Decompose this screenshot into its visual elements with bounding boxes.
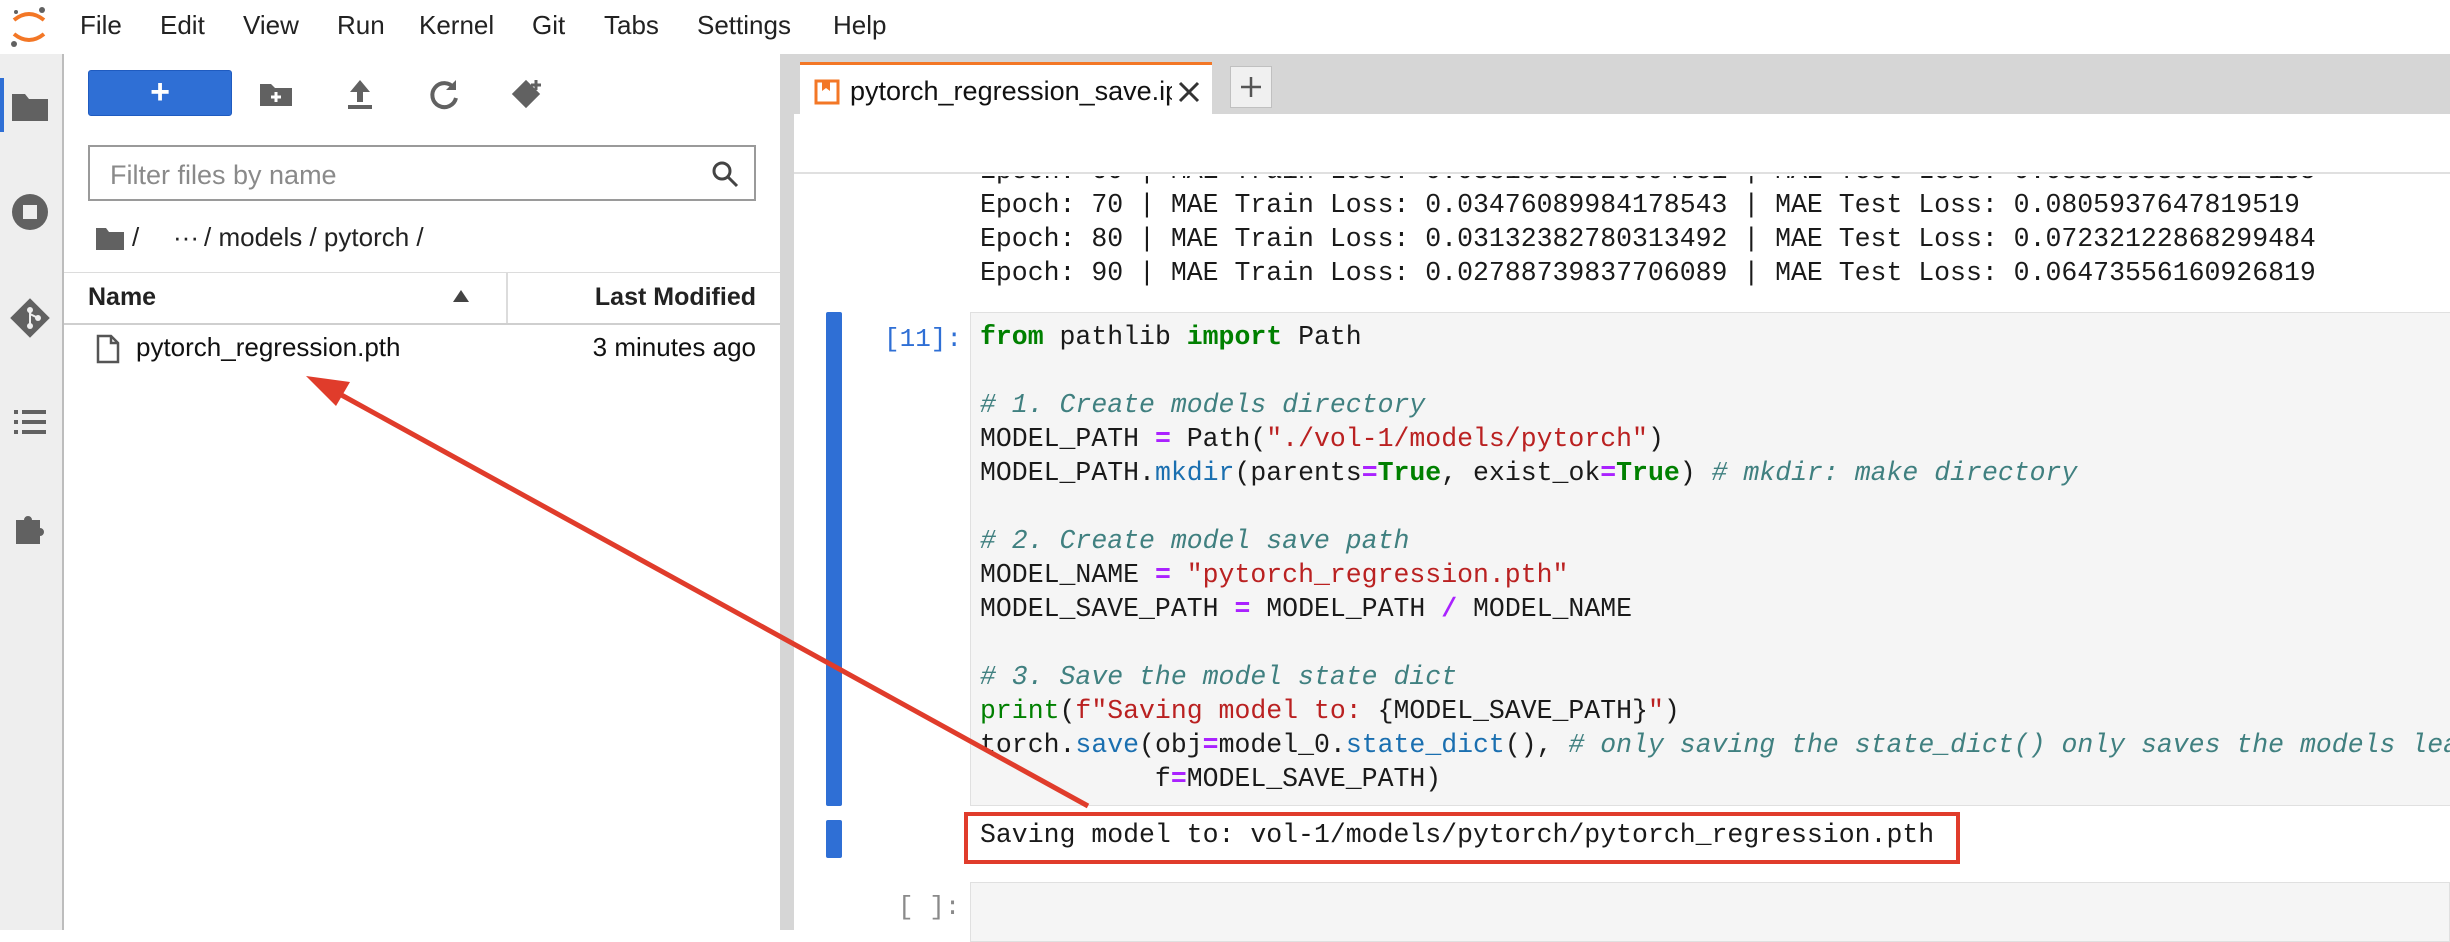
breadcrumb-path[interactable]: / models / pytorch / — [204, 222, 424, 253]
git-icon[interactable] — [8, 296, 52, 340]
code-comment: # 3. Save the model state dict — [980, 662, 1458, 692]
refresh-icon[interactable] — [422, 72, 466, 116]
output-line: Epoch: 90 | MAE Train Loss: 0.0278873983… — [980, 258, 2316, 288]
menu-settings[interactable]: Settings — [697, 10, 791, 41]
empty-code-cell[interactable] — [970, 882, 2450, 942]
code-comment: # 2. Create model save path — [980, 526, 1410, 556]
cell-selection-bar[interactable] — [826, 312, 842, 806]
close-tab-icon[interactable] — [1176, 79, 1202, 105]
sort-ascending-icon — [453, 290, 469, 302]
jupyter-logo-icon[interactable] — [6, 4, 52, 50]
code-line: MODEL_PATH = Path("./vol-1/models/pytorc… — [980, 424, 1664, 454]
output-line: Epoch: 70 | MAE Train Loss: 0.0347608998… — [980, 190, 2300, 220]
code-line: print(f"Saving model to: {MODEL_SAVE_PAT… — [980, 696, 1680, 726]
menu-help[interactable]: Help — [833, 10, 886, 41]
file-modified: 3 minutes ago — [592, 332, 756, 362]
file-list-header: Name Last Modified — [64, 272, 780, 325]
table-of-contents-icon[interactable] — [8, 400, 52, 444]
upload-icon[interactable] — [338, 72, 382, 116]
code-line: f=MODEL_SAVE_PATH) — [980, 764, 1442, 794]
name-column-header[interactable]: Name — [88, 283, 156, 312]
panel-resize-handle[interactable] — [780, 54, 794, 930]
menu-run[interactable]: Run — [337, 10, 385, 41]
code-line: torch.save(obj=model_0.state_dict(), # o… — [980, 730, 2450, 760]
menu-view[interactable]: View — [243, 10, 299, 41]
output-collapse-bar[interactable] — [826, 820, 842, 858]
code-line: MODEL_PATH.mkdir(parents=True, exist_ok=… — [980, 458, 2078, 488]
activity-bar — [0, 54, 64, 930]
code-line: from pathlib import Path — [980, 322, 1362, 352]
git-clone-icon[interactable] — [506, 72, 550, 116]
notebook-icon — [814, 79, 840, 105]
code-line: MODEL_NAME = "pytorch_regression.pth" — [980, 560, 1569, 590]
running-icon[interactable] — [8, 190, 52, 234]
cell-output-text: Saving model to: vol-1/models/pytorch/py… — [980, 820, 1935, 850]
toolbar-border — [794, 172, 2450, 174]
file-name: pytorch_regression.pth — [136, 332, 401, 362]
notebook-tab-title: pytorch_regression_save.ip — [850, 76, 1172, 106]
new-launcher-button[interactable]: + — [88, 70, 232, 116]
file-row[interactable]: pytorch_regression.pth 3 minutes ago — [64, 326, 780, 372]
scroll-clip — [794, 118, 2450, 176]
column-divider[interactable] — [506, 273, 508, 323]
home-folder-icon[interactable] — [94, 224, 126, 252]
menu-file[interactable]: File — [80, 10, 122, 41]
output-line: Epoch: 80 | MAE Train Loss: 0.0313238278… — [980, 224, 2316, 254]
extension-icon[interactable] — [8, 506, 52, 550]
file-filter-box — [88, 145, 756, 201]
plus-icon — [1241, 77, 1261, 97]
menu-edit[interactable]: Edit — [160, 10, 205, 41]
code-comment: # 1. Create models directory — [980, 390, 1426, 420]
search-icon — [712, 161, 739, 188]
code-line: MODEL_SAVE_PATH = MODEL_PATH / MODEL_NAM… — [980, 594, 1633, 624]
breadcrumb-root[interactable]: / — [132, 222, 139, 253]
active-indicator — [0, 78, 4, 132]
folder-icon[interactable] — [8, 84, 52, 128]
notebook-tab[interactable]: pytorch_regression_save.ip — [800, 62, 1212, 118]
menu-git[interactable]: Git — [532, 10, 565, 41]
empty-cell-prompt: [ ]: — [898, 892, 961, 922]
file-icon — [96, 334, 120, 364]
new-tab-button[interactable] — [1230, 66, 1272, 108]
plus-label: + — [150, 73, 170, 111]
filter-files-input[interactable] — [108, 157, 692, 193]
menu-tabs[interactable]: Tabs — [604, 10, 659, 41]
last-modified-column-header[interactable]: Last Modified — [595, 283, 756, 312]
menu-kernel[interactable]: Kernel — [419, 10, 494, 41]
cell-prompt: [11]: — [884, 324, 963, 354]
new-folder-icon[interactable] — [254, 72, 298, 116]
